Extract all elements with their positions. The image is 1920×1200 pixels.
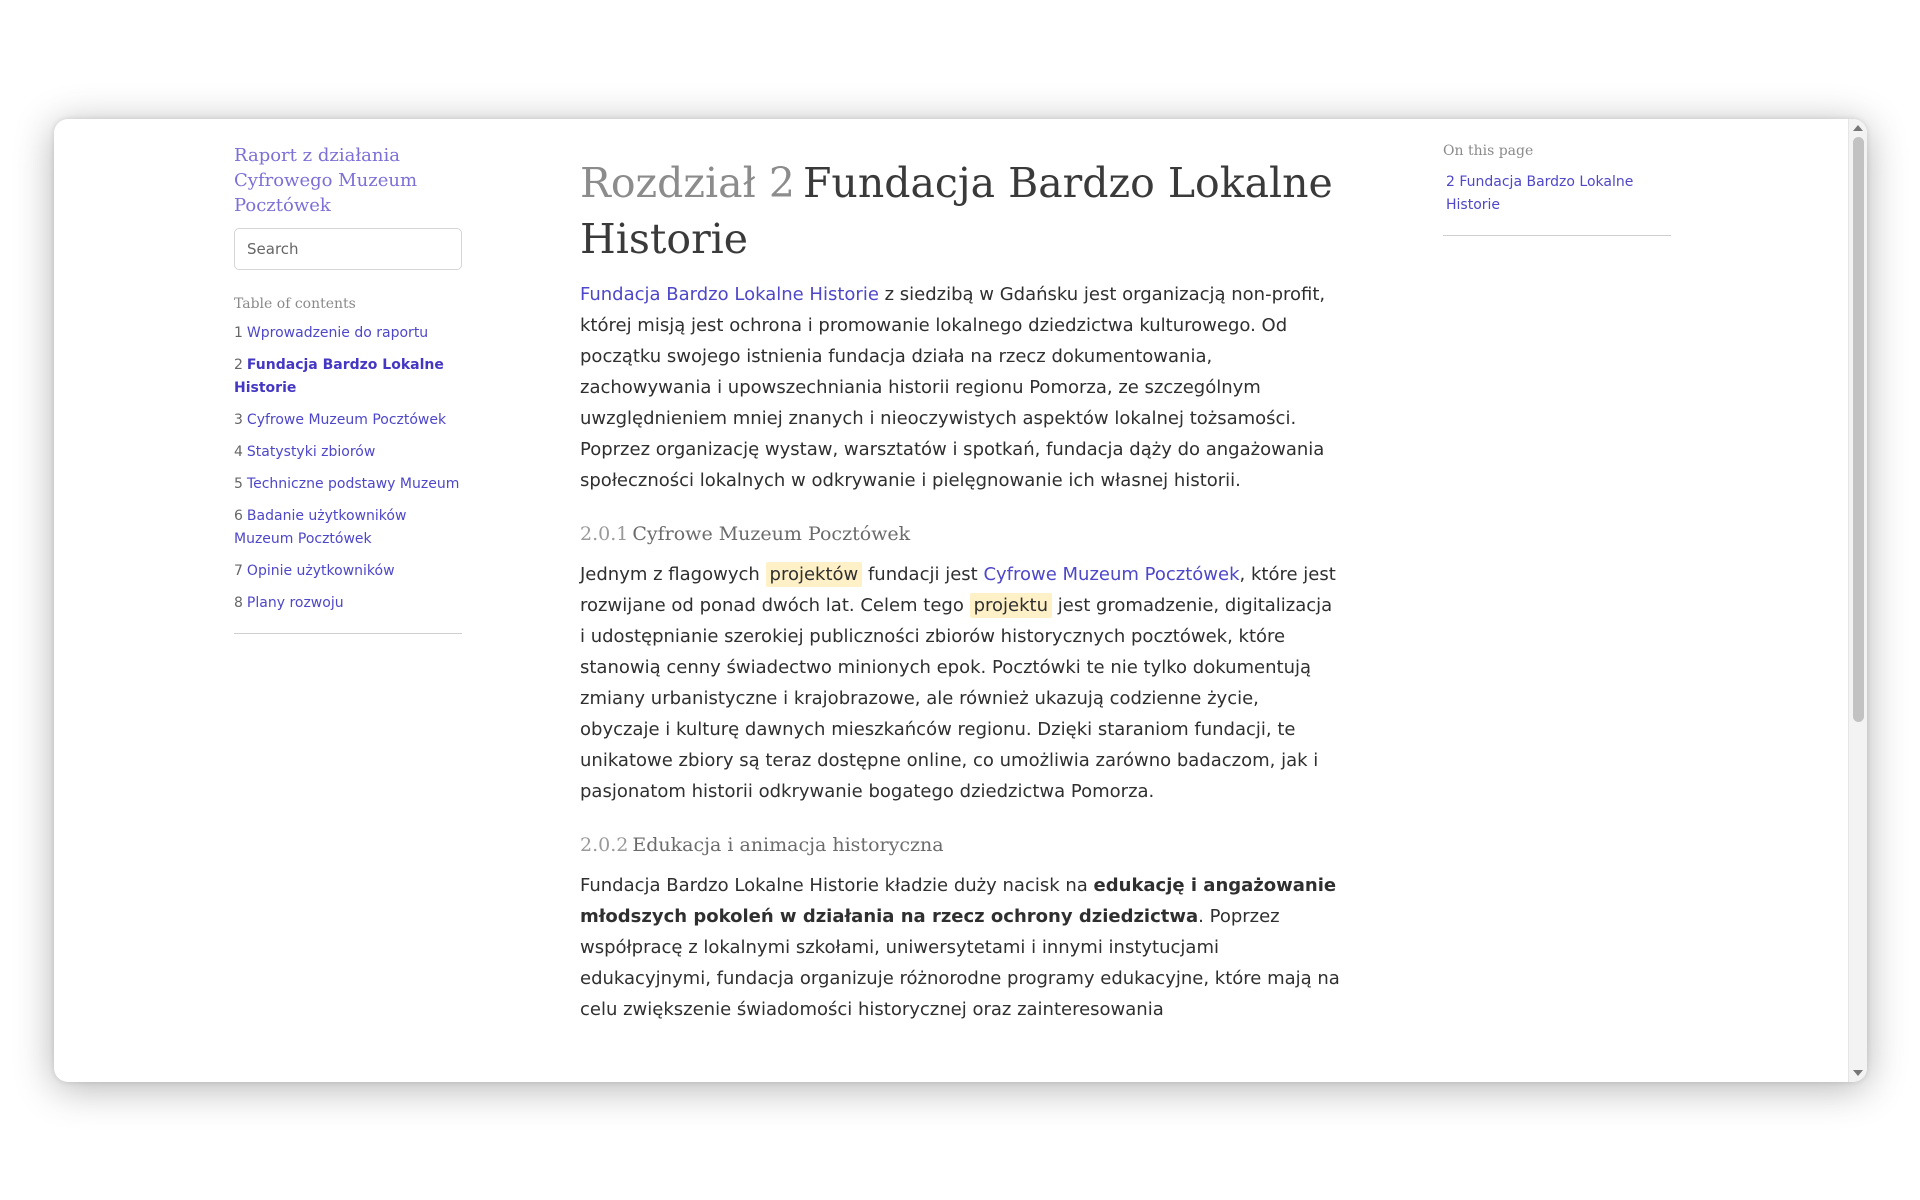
chapter-title: Rozdział 2 Fundacja Bardzo Lokalne Histor… (580, 155, 1340, 267)
main-content: Rozdział 2 Fundacja Bardzo Lokalne Histor… (580, 155, 1340, 1050)
toc-link-opinie[interactable]: Opinie użytkowników (247, 563, 395, 579)
scroll-up-arrow-icon[interactable] (1853, 125, 1863, 131)
paragraph-text: fundacji jest (862, 564, 984, 585)
toc-item-6: 6 Badanie użytkowników Muzeum Pocztówek (234, 505, 462, 551)
search-highlight: projektu (969, 593, 1053, 618)
toc-number: 6 (234, 508, 243, 524)
toc-link-statystyki[interactable]: Statystyki zbiorów (247, 444, 375, 460)
section-number: 2.0.2 (580, 834, 629, 856)
scrollbar[interactable] (1848, 119, 1867, 1082)
toc-item-8: 8 Plany rozwoju (234, 592, 462, 615)
cyfrowe-muzeum-link[interactable]: Cyfrowe Muzeum Pocztówek (983, 564, 1239, 585)
browser-window: Raport z działania Cyfrowego Muzeum Pocz… (54, 119, 1867, 1082)
toc-heading: Table of contents (234, 296, 356, 312)
toc-number: 4 (234, 444, 243, 460)
toc-link-fundacja[interactable]: Fundacja Bardzo Lokalne Historie (234, 357, 444, 396)
on-this-page-heading: On this page (1443, 143, 1534, 159)
toc-number: 7 (234, 563, 243, 579)
paragraph-text: jest gromadzenie, digitalizacja i udostę… (580, 595, 1333, 802)
toc-number: 5 (234, 476, 243, 492)
paragraph-text: z siedzibą w Gdańsku jest organizacją no… (580, 284, 1326, 491)
fundacja-link[interactable]: Fundacja Bardzo Lokalne Historie (580, 284, 879, 305)
toc-link-wprowadzenie[interactable]: Wprowadzenie do raportu (247, 325, 428, 341)
section-heading-edukacja: 2.0.2 Edukacja i animacja historyczna (580, 832, 1340, 858)
toc-item-4: 4 Statystyki zbiorów (234, 441, 462, 464)
on-this-page-link[interactable]: 2 Fundacja Bardzo Lokalne Historie (1443, 171, 1671, 217)
toc-number: 3 (234, 412, 243, 428)
paragraph-text: Jednym z flagowych (580, 564, 766, 585)
paragraph-intro: Fundacja Bardzo Lokalne Historie z siedz… (580, 279, 1340, 496)
section-number: 2.0.1 (580, 523, 629, 545)
paragraph-text: Fundacja Bardzo Lokalne Historie kładzie… (580, 875, 1094, 896)
section-title: Cyfrowe Muzeum Pocztówek (632, 523, 911, 545)
sidebar: Raport z działania Cyfrowego Muzeum Pocz… (234, 143, 462, 634)
section-heading-cyfrowe-muzeum: 2.0.1 Cyfrowe Muzeum Pocztówek (580, 521, 1340, 547)
paragraph-edukacja: Fundacja Bardzo Lokalne Historie kładzie… (580, 870, 1340, 1025)
section-title: Edukacja i animacja historyczna (632, 834, 944, 856)
on-this-page: On this page 2 Fundacja Bardzo Lokalne H… (1443, 143, 1671, 236)
toc-link-badanie[interactable]: Badanie użytkowników Muzeum Pocztówek (234, 508, 406, 547)
sidebar-divider (234, 633, 462, 634)
toc-list: 1 Wprowadzenie do raportu 2 Fundacja Bardz… (234, 322, 462, 615)
paragraph-muzeum: Jednym z flagowych projektów fundacji je… (580, 559, 1340, 807)
toc-number: 1 (234, 325, 243, 341)
toc-number: 8 (234, 595, 243, 611)
scrollbar-thumb[interactable] (1853, 137, 1864, 722)
toc-link-cyfrowe-muzeum[interactable]: Cyfrowe Muzeum Pocztówek (247, 412, 446, 428)
toc-link-plany[interactable]: Plany rozwoju (247, 595, 344, 611)
on-this-page-divider (1443, 235, 1671, 236)
toc-item-5: 5 Techniczne podstawy Muzeum (234, 473, 462, 496)
scroll-down-arrow-icon[interactable] (1853, 1070, 1863, 1076)
search-highlight: projektów (765, 562, 863, 587)
toc-link-techniczne[interactable]: Techniczne podstawy Muzeum (247, 476, 459, 492)
toc-item-7: 7 Opinie użytkowników (234, 560, 462, 583)
search-input[interactable] (234, 228, 462, 270)
toc-number: 2 (234, 357, 243, 373)
toc-item-1: 1 Wprowadzenie do raportu (234, 322, 462, 345)
site-title[interactable]: Raport z działania Cyfrowego Muzeum Pocz… (234, 143, 462, 218)
chapter-number: Rozdział 2 (580, 159, 795, 207)
toc-item-3: 3 Cyfrowe Muzeum Pocztówek (234, 409, 462, 432)
toc-item-2: 2 Fundacja Bardzo Lokalne Historie (234, 354, 462, 400)
